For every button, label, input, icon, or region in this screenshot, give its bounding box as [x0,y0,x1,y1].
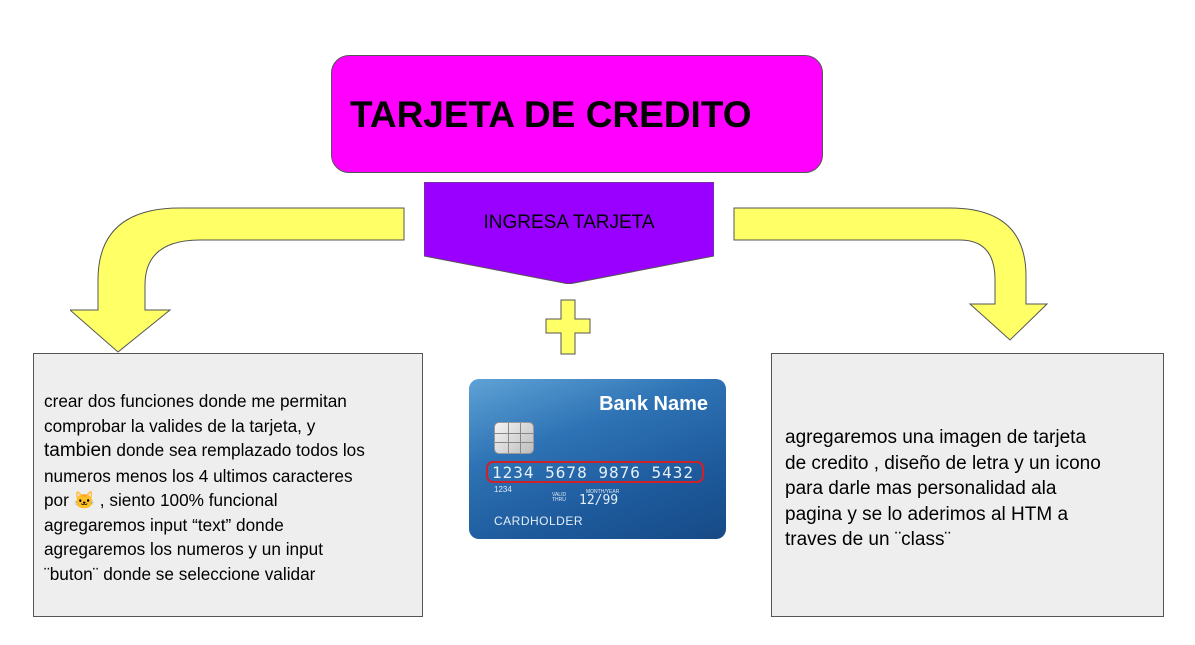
card-expiry: 12/99 [579,493,619,508]
note-line: pagina y se lo aderimos al HTM a [785,503,1069,525]
cat-emoji-icon: 🐱 [73,490,96,510]
note-line: para darle mas personalidad ala [785,478,1057,499]
note-line: ¨buton¨ donde se seleccione validar [44,563,316,584]
note-line: comprobar la valides de la tarjeta, y [44,415,316,436]
note-line: crear dos funciones donde me permitan [44,391,347,411]
title-box: TARJETA DE CREDITO [331,55,823,173]
note-line: , siento 100% funcional [95,490,278,510]
input-card-label: INGRESA TARJETA [483,212,655,233]
note-line: de credito , diseño de letra y un icono [785,452,1101,474]
plus-icon [545,299,591,355]
input-card-shape: INGRESA TARJETA [424,182,714,284]
note-line: agregaremos una imagen de tarjeta [785,427,1087,448]
card-holder: CARDHOLDER [494,514,584,528]
note-line: numeros menos los 4 ultimos caracteres [44,465,353,486]
diagram-title: TARJETA DE CREDITO [350,94,752,135]
credit-card-image: Bank Name 1234 5678 9876 5432 1234 MONTH… [469,379,726,539]
card-bank-name: Bank Name [599,393,708,415]
design-note-box: agregaremos una imagen de tarjeta de cre… [771,353,1164,617]
right-bent-arrow [733,207,1049,341]
left-bent-arrow [70,207,405,353]
card-valid-thru-label: VALID THRU [552,492,567,503]
note-line: agregaremos los numeros y un input [44,539,323,559]
functions-note-box: crear dos funciones donde me permitan co… [33,353,423,617]
note-line: donde sea remplazado todos los [111,440,365,460]
card-chip-icon [494,422,534,454]
note-line: agregaremos input “text” donde [44,514,284,535]
note-word: tambien [44,440,112,461]
note-line: por [44,490,74,510]
note-line: traves de un ¨class¨ [785,529,951,550]
functions-note-text: crear dos funciones donde me permitan co… [44,389,416,586]
card-number: 1234 5678 9876 5432 [492,463,695,482]
design-note-text: agregaremos una imagen de tarjeta de cre… [785,425,1145,553]
card-small-number: 1234 [494,485,512,494]
